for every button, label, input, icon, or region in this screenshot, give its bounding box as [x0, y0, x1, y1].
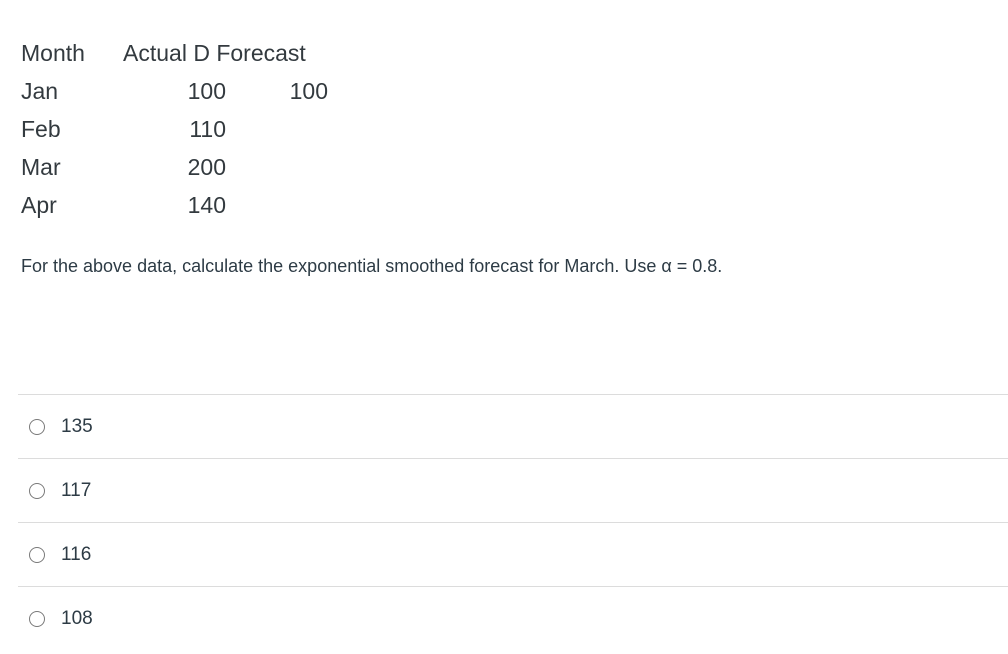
question-text: For the above data, calculate the expone… [21, 256, 723, 276]
forecast-cell: 100 [289, 78, 328, 104]
answer-label[interactable]: 135 [61, 416, 93, 438]
radio-button[interactable] [29, 610, 45, 627]
month-cell: Jan [21, 78, 59, 104]
actual-cell: 200 [187, 154, 226, 180]
answer-list: 135 117 116 108 [18, 394, 1008, 650]
actual-cell: 100 [187, 78, 226, 104]
header-forecast: Forecast [216, 40, 306, 66]
answer-label[interactable]: 108 [61, 608, 93, 630]
answer-option[interactable]: 135 [18, 394, 1008, 458]
month-cell: Mar [21, 154, 61, 180]
radio-button[interactable] [29, 546, 45, 563]
answer-option[interactable]: 116 [18, 522, 1008, 586]
answer-option[interactable]: 108 [18, 586, 1008, 650]
radio-button[interactable] [29, 418, 45, 435]
answer-label[interactable]: 116 [61, 544, 91, 566]
month-cell: Apr [21, 192, 57, 218]
header-actual: Actual D [123, 40, 210, 66]
month-cell: Feb [21, 116, 61, 142]
header-actual-forecast: Actual D Forecast [123, 40, 306, 67]
actual-cell: 110 [189, 116, 226, 142]
answer-label[interactable]: 117 [61, 480, 91, 502]
answer-option[interactable]: 117 [18, 458, 1008, 522]
header-month: Month [21, 40, 85, 66]
radio-button[interactable] [29, 482, 45, 499]
actual-cell: 140 [187, 192, 226, 218]
